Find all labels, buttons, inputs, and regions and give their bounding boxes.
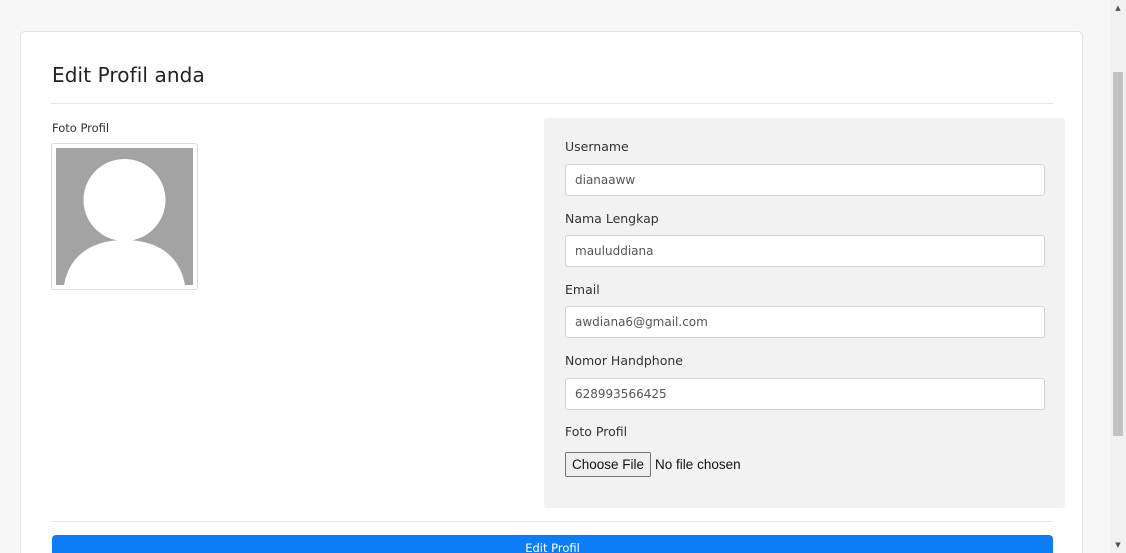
profile-card: Edit Profil anda Foto Profil Username Na… [20,31,1083,553]
edit-profile-button[interactable]: Edit Profil [52,535,1053,553]
scroll-up-icon[interactable]: ▲ [1110,0,1126,16]
photo-file-input: Choose File No file chosen [565,452,741,477]
default-avatar-icon [56,148,193,285]
photo-upload-label: Foto Profil [565,424,628,439]
choose-file-button[interactable]: Choose File [565,452,652,477]
file-status-text: No file chosen [655,457,741,472]
vertical-scrollbar[interactable]: ▲ ▼ [1110,0,1126,553]
page-viewport: Edit Profil anda Foto Profil Username Na… [0,0,1110,553]
page-title: Edit Profil anda [52,63,205,87]
form-divider [51,521,1053,522]
email-label: Email [565,282,600,297]
phone-label: Nomor Handphone [565,353,683,368]
email-input[interactable] [565,306,1045,338]
fullname-input[interactable] [565,235,1045,267]
fullname-label: Nama Lengkap [565,211,659,226]
scrollbar-thumb[interactable] [1113,72,1123,436]
profile-form: Username Nama Lengkap Email Nomor Handph… [544,118,1065,508]
current-photo-label: Foto Profil [52,121,110,135]
scroll-down-icon[interactable]: ▼ [1110,537,1126,553]
phone-input[interactable] [565,378,1045,410]
avatar [51,143,198,290]
title-divider [51,103,1053,104]
username-input[interactable] [565,164,1045,196]
username-label: Username [565,139,629,154]
